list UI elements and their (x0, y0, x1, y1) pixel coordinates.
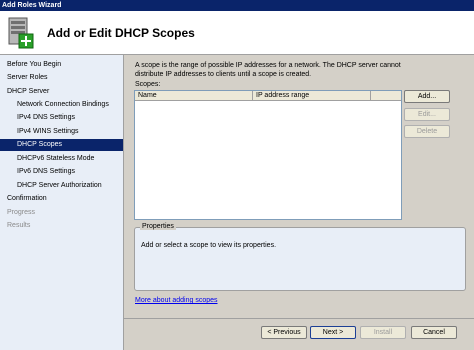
column-header-ip-range[interactable]: IP address range (253, 91, 371, 101)
column-header-filler (371, 91, 401, 101)
scopes-label: Scopes: (135, 81, 161, 88)
scopes-list[interactable]: Name IP address range (134, 90, 402, 220)
nav-item-ipv4-wins-settings[interactable]: IPv4 WINS Settings (0, 126, 78, 138)
properties-group: Properties Add or select a scope to view… (134, 223, 466, 291)
window-title: Add Roles Wizard (0, 0, 474, 11)
nav-item-dhcp-server[interactable]: DHCP Server (0, 86, 49, 98)
nav-item-results: Results (7, 222, 31, 229)
nav-item-ipv4-dns-settings[interactable]: IPv4 DNS Settings (0, 112, 75, 124)
server-roles-icon (8, 17, 34, 49)
cancel-button[interactable]: Cancel (411, 326, 457, 339)
nav-item-progress: Progress (7, 209, 36, 216)
add-scope-button[interactable]: Add... (404, 90, 450, 103)
properties-legend: Properties (140, 223, 176, 230)
wizard-header: Add or Edit DHCP Scopes (0, 11, 474, 55)
nav-item-ipv6-dns-settings[interactable]: IPv6 DNS Settings (0, 166, 75, 178)
nav-item-dhcp-server-authorization[interactable]: DHCP Server Authorization (0, 180, 102, 192)
footer-divider (124, 318, 474, 319)
properties-text: Add or select a scope to view its proper… (141, 242, 277, 249)
nav-item-before-you-begin[interactable]: Before You Begin (0, 59, 61, 71)
edit-scope-button[interactable]: Edit... (404, 108, 450, 121)
nav-item-confirmation[interactable]: Confirmation (0, 193, 47, 205)
nav-item-network-connection-bindings[interactable]: Network Connection Bindings (0, 99, 109, 111)
nav-item-server-roles[interactable]: Server Roles (0, 72, 47, 84)
scope-description: A scope is the range of possible IP addr… (135, 62, 401, 78)
wizard-nav: Before You Begin Server Roles DHCP Serve… (0, 55, 124, 350)
nav-item-dhcpv6-stateless-mode[interactable]: DHCPv6 Stateless Mode (0, 153, 94, 165)
next-button[interactable]: Next > (310, 326, 356, 339)
delete-scope-button[interactable]: Delete (404, 125, 450, 138)
page-title: Add or Edit DHCP Scopes (47, 26, 195, 40)
more-about-scopes-link[interactable]: More about adding scopes (135, 297, 218, 304)
previous-button[interactable]: < Previous (261, 326, 307, 339)
column-header-name[interactable]: Name (135, 91, 253, 101)
nav-item-dhcp-scopes[interactable]: DHCP Scopes (0, 139, 123, 151)
install-button[interactable]: Install (360, 326, 406, 339)
wizard-content: A scope is the range of possible IP addr… (124, 55, 474, 350)
